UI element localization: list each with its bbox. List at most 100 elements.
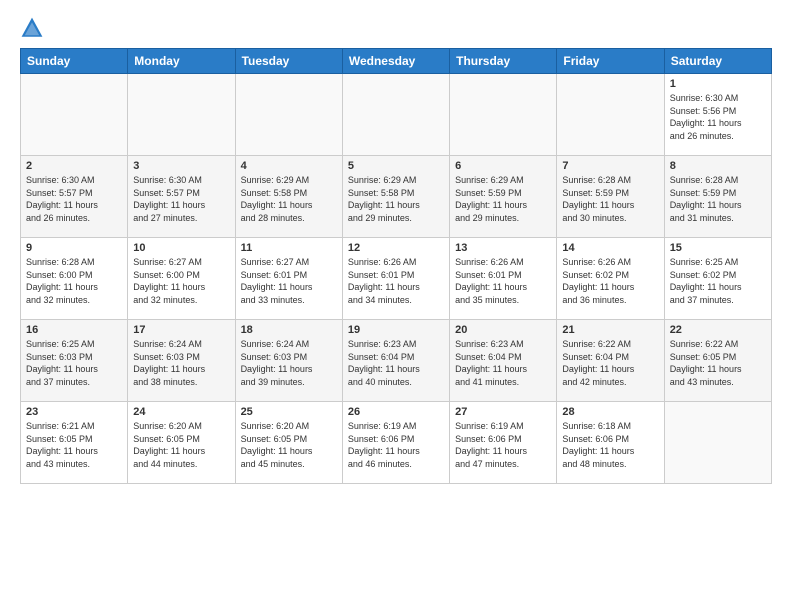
- day-info: Sunrise: 6:20 AMSunset: 6:05 PMDaylight:…: [241, 420, 337, 470]
- day-info: Sunrise: 6:23 AMSunset: 6:04 PMDaylight:…: [348, 338, 444, 388]
- calendar-cell: 3 Sunrise: 6:30 AMSunset: 5:57 PMDaylight…: [128, 156, 235, 238]
- day-number: 15: [670, 242, 766, 254]
- day-info: Sunrise: 6:29 AMSunset: 5:58 PMDaylight:…: [241, 174, 337, 224]
- day-info: Sunrise: 6:28 AMSunset: 6:00 PMDaylight:…: [26, 256, 122, 306]
- calendar-cell: 13 Sunrise: 6:26 AMSunset: 6:01 PMDayligh…: [450, 238, 557, 320]
- calendar-cell: 1 Sunrise: 6:30 AMSunset: 5:56 PMDaylight…: [664, 74, 771, 156]
- week-row-3: 9 Sunrise: 6:28 AMSunset: 6:00 PMDaylight…: [21, 238, 772, 320]
- day-info: Sunrise: 6:26 AMSunset: 6:02 PMDaylight:…: [562, 256, 658, 306]
- day-number: 28: [562, 406, 658, 418]
- day-info: Sunrise: 6:26 AMSunset: 6:01 PMDaylight:…: [455, 256, 551, 306]
- calendar-cell: 6 Sunrise: 6:29 AMSunset: 5:59 PMDaylight…: [450, 156, 557, 238]
- calendar-cell: [557, 74, 664, 156]
- calendar-cell: 20 Sunrise: 6:23 AMSunset: 6:04 PMDayligh…: [450, 320, 557, 402]
- day-number: 24: [133, 406, 229, 418]
- calendar-cell: [128, 74, 235, 156]
- calendar-cell: 12 Sunrise: 6:26 AMSunset: 6:01 PMDayligh…: [342, 238, 449, 320]
- logo-icon: [20, 16, 44, 40]
- day-info: Sunrise: 6:24 AMSunset: 6:03 PMDaylight:…: [241, 338, 337, 388]
- page: SundayMondayTuesdayWednesdayThursdayFrid…: [0, 0, 792, 612]
- weekday-tuesday: Tuesday: [235, 49, 342, 74]
- day-number: 25: [241, 406, 337, 418]
- calendar-cell: 9 Sunrise: 6:28 AMSunset: 6:00 PMDaylight…: [21, 238, 128, 320]
- day-number: 6: [455, 160, 551, 172]
- day-number: 20: [455, 324, 551, 336]
- calendar-cell: 14 Sunrise: 6:26 AMSunset: 6:02 PMDayligh…: [557, 238, 664, 320]
- day-number: 22: [670, 324, 766, 336]
- calendar-cell: 24 Sunrise: 6:20 AMSunset: 6:05 PMDayligh…: [128, 402, 235, 484]
- week-row-5: 23 Sunrise: 6:21 AMSunset: 6:05 PMDayligh…: [21, 402, 772, 484]
- calendar-cell: 28 Sunrise: 6:18 AMSunset: 6:06 PMDayligh…: [557, 402, 664, 484]
- day-info: Sunrise: 6:27 AMSunset: 6:01 PMDaylight:…: [241, 256, 337, 306]
- calendar-cell: [342, 74, 449, 156]
- day-info: Sunrise: 6:29 AMSunset: 5:59 PMDaylight:…: [455, 174, 551, 224]
- calendar-cell: 17 Sunrise: 6:24 AMSunset: 6:03 PMDayligh…: [128, 320, 235, 402]
- day-info: Sunrise: 6:27 AMSunset: 6:00 PMDaylight:…: [133, 256, 229, 306]
- day-info: Sunrise: 6:26 AMSunset: 6:01 PMDaylight:…: [348, 256, 444, 306]
- day-number: 27: [455, 406, 551, 418]
- day-info: Sunrise: 6:23 AMSunset: 6:04 PMDaylight:…: [455, 338, 551, 388]
- day-info: Sunrise: 6:19 AMSunset: 6:06 PMDaylight:…: [348, 420, 444, 470]
- day-info: Sunrise: 6:25 AMSunset: 6:02 PMDaylight:…: [670, 256, 766, 306]
- calendar-cell: 15 Sunrise: 6:25 AMSunset: 6:02 PMDayligh…: [664, 238, 771, 320]
- day-number: 1: [670, 78, 766, 90]
- weekday-monday: Monday: [128, 49, 235, 74]
- weekday-sunday: Sunday: [21, 49, 128, 74]
- calendar-cell: 4Sunrise: 6:29 AMSunset: 5:58 PMDaylight…: [235, 156, 342, 238]
- day-number: 17: [133, 324, 229, 336]
- weekday-wednesday: Wednesday: [342, 49, 449, 74]
- day-info: Sunrise: 6:24 AMSunset: 6:03 PMDaylight:…: [133, 338, 229, 388]
- calendar-cell: 27 Sunrise: 6:19 AMSunset: 6:06 PMDayligh…: [450, 402, 557, 484]
- day-number: 26: [348, 406, 444, 418]
- calendar-cell: 22Sunrise: 6:22 AMSunset: 6:05 PMDayligh…: [664, 320, 771, 402]
- day-number: 23: [26, 406, 122, 418]
- calendar-cell: 23 Sunrise: 6:21 AMSunset: 6:05 PMDayligh…: [21, 402, 128, 484]
- day-info: Sunrise: 6:22 AMSunset: 6:04 PMDaylight:…: [562, 338, 658, 388]
- weekday-thursday: Thursday: [450, 49, 557, 74]
- day-info: Sunrise: 6:18 AMSunset: 6:06 PMDaylight:…: [562, 420, 658, 470]
- day-number: 13: [455, 242, 551, 254]
- day-number: 2: [26, 160, 122, 172]
- week-row-2: 2 Sunrise: 6:30 AMSunset: 5:57 PMDaylight…: [21, 156, 772, 238]
- calendar-cell: [235, 74, 342, 156]
- calendar-cell: [450, 74, 557, 156]
- day-number: 7: [562, 160, 658, 172]
- day-number: 11: [241, 242, 337, 254]
- calendar-cell: 18Sunrise: 6:24 AMSunset: 6:03 PMDayligh…: [235, 320, 342, 402]
- logo: [20, 16, 48, 40]
- day-number: 5: [348, 160, 444, 172]
- weekday-header-row: SundayMondayTuesdayWednesdayThursdayFrid…: [21, 49, 772, 74]
- week-row-1: 1 Sunrise: 6:30 AMSunset: 5:56 PMDaylight…: [21, 74, 772, 156]
- day-info: Sunrise: 6:21 AMSunset: 6:05 PMDaylight:…: [26, 420, 122, 470]
- day-number: 21: [562, 324, 658, 336]
- day-info: Sunrise: 6:30 AMSunset: 5:56 PMDaylight:…: [670, 92, 766, 142]
- day-number: 9: [26, 242, 122, 254]
- calendar-cell: [21, 74, 128, 156]
- day-number: 10: [133, 242, 229, 254]
- calendar-cell: 25 Sunrise: 6:20 AMSunset: 6:05 PMDayligh…: [235, 402, 342, 484]
- calendar-cell: 11 Sunrise: 6:27 AMSunset: 6:01 PMDayligh…: [235, 238, 342, 320]
- day-number: 12: [348, 242, 444, 254]
- calendar-cell: [664, 402, 771, 484]
- day-info: Sunrise: 6:30 AMSunset: 5:57 PMDaylight:…: [133, 174, 229, 224]
- day-number: 16: [26, 324, 122, 336]
- day-info: Sunrise: 6:19 AMSunset: 6:06 PMDaylight:…: [455, 420, 551, 470]
- calendar-cell: 5 Sunrise: 6:29 AMSunset: 5:58 PMDaylight…: [342, 156, 449, 238]
- day-info: Sunrise: 6:20 AMSunset: 6:05 PMDaylight:…: [133, 420, 229, 470]
- day-info: Sunrise: 6:29 AMSunset: 5:58 PMDaylight:…: [348, 174, 444, 224]
- calendar: SundayMondayTuesdayWednesdayThursdayFrid…: [20, 48, 772, 484]
- day-info: Sunrise: 6:28 AMSunset: 5:59 PMDaylight:…: [562, 174, 658, 224]
- day-info: Sunrise: 6:25 AMSunset: 6:03 PMDaylight:…: [26, 338, 122, 388]
- calendar-cell: 21 Sunrise: 6:22 AMSunset: 6:04 PMDayligh…: [557, 320, 664, 402]
- weekday-saturday: Saturday: [664, 49, 771, 74]
- calendar-cell: 2 Sunrise: 6:30 AMSunset: 5:57 PMDaylight…: [21, 156, 128, 238]
- day-number: 14: [562, 242, 658, 254]
- day-number: 3: [133, 160, 229, 172]
- day-info: Sunrise: 6:30 AMSunset: 5:57 PMDaylight:…: [26, 174, 122, 224]
- calendar-cell: 26 Sunrise: 6:19 AMSunset: 6:06 PMDayligh…: [342, 402, 449, 484]
- calendar-cell: 16 Sunrise: 6:25 AMSunset: 6:03 PMDayligh…: [21, 320, 128, 402]
- week-row-4: 16 Sunrise: 6:25 AMSunset: 6:03 PMDayligh…: [21, 320, 772, 402]
- calendar-cell: 8Sunrise: 6:28 AMSunset: 5:59 PMDaylight…: [664, 156, 771, 238]
- calendar-cell: 19Sunrise: 6:23 AMSunset: 6:04 PMDayligh…: [342, 320, 449, 402]
- calendar-cell: 7 Sunrise: 6:28 AMSunset: 5:59 PMDaylight…: [557, 156, 664, 238]
